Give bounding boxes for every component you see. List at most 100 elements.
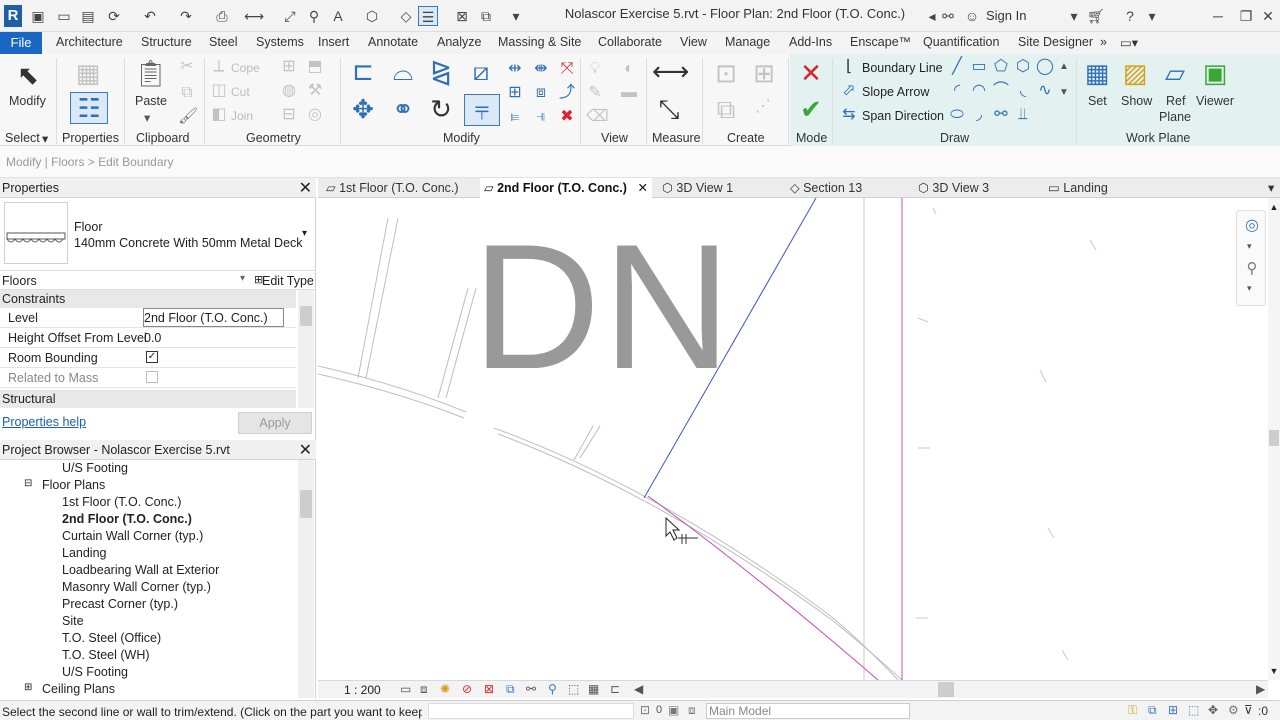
tree-item[interactable]: Ceiling Plans	[42, 682, 115, 696]
horizontal-scroll-thumb[interactable]	[938, 682, 954, 697]
show-button[interactable]: Show	[1121, 94, 1152, 108]
tab-insert[interactable]: Insert	[318, 35, 349, 49]
mirror-axis-icon[interactable]: ⧎	[426, 56, 456, 86]
pin-icon[interactable]: ⤴	[558, 84, 576, 102]
tree-item-active[interactable]: 2nd Floor (T.O. Conc.)	[62, 512, 192, 526]
chevron-down-icon[interactable]: ▾	[1064, 6, 1084, 26]
demolish-icon[interactable]: ⚒	[306, 82, 324, 100]
partial-ellipse-icon[interactable]: ◞	[970, 106, 988, 124]
ribbon-display-icon[interactable]: ▭▾	[1120, 35, 1138, 50]
reveal-hidden-icon[interactable]: ⬚	[568, 682, 579, 696]
stair-direction-annotation[interactable]: DN	[472, 212, 733, 402]
tab-architecture[interactable]: Architecture	[56, 35, 123, 49]
modify-button[interactable]: Modify	[9, 94, 46, 108]
canvas-vertical-scrollbar[interactable]: ▲ ▼	[1268, 198, 1280, 680]
circumscribed-polygon-icon[interactable]: ⬡	[1014, 58, 1032, 76]
tab-systems[interactable]: Systems	[256, 35, 304, 49]
detail-level-icon[interactable]: ▭	[400, 682, 411, 696]
select-underlay-icon[interactable]: ⧉	[1148, 703, 1157, 718]
steering-wheel-icon[interactable]: ◎	[1241, 215, 1263, 237]
redo-icon[interactable]: ↷	[176, 6, 196, 26]
tab-structure[interactable]: Structure	[141, 35, 192, 49]
constraints-category[interactable]: Constraints	[0, 290, 296, 308]
cut-geometry-icon[interactable]: ◫	[210, 82, 228, 100]
paste-button[interactable]: Paste	[135, 94, 167, 108]
instance-filter[interactable]: Floors ▾ ⊞ Edit Type	[0, 270, 316, 290]
tree-item[interactable]: Landing	[62, 546, 107, 560]
cursor-icon[interactable]: ⬉	[14, 60, 42, 90]
override-icon[interactable]: ✎	[586, 84, 604, 102]
tab-3d-view-1[interactable]: ⬡ 3D View 1	[658, 178, 778, 198]
help-dropdown-icon[interactable]: ▾	[1142, 6, 1162, 26]
select-dropdown[interactable]: Select	[5, 131, 40, 145]
linework-icon[interactable]: ▬	[620, 84, 638, 102]
3d-view-icon[interactable]: ⬡	[362, 6, 382, 26]
properties-help-link[interactable]: Properties help	[2, 415, 86, 429]
arc-center-icon[interactable]: ◠	[970, 82, 988, 100]
split-icon[interactable]: ⇹	[506, 60, 524, 78]
browser-scrollbar[interactable]	[298, 460, 314, 698]
tab-3d-view-3[interactable]: ⬡ 3D View 3	[914, 178, 1034, 198]
array-icon[interactable]: ⊞	[506, 84, 524, 102]
unpin-icon[interactable]: ⤧	[558, 60, 576, 78]
tab-overflow-icon[interactable]: ▾	[1268, 178, 1280, 198]
open-icon[interactable]: ▭	[54, 6, 74, 26]
tab-landing[interactable]: ▭ Landing	[1044, 178, 1164, 198]
tree-item[interactable]: Precast Corner (typ.)	[62, 597, 178, 611]
user-icon[interactable]: ☺	[962, 6, 982, 26]
sun-path-icon[interactable]: ✺	[440, 682, 450, 696]
cope-icon[interactable]: ⟂	[210, 58, 228, 76]
properties-button[interactable]: Properties	[62, 131, 119, 145]
tree-item[interactable]: Floor Plans	[42, 478, 105, 492]
active-workset-dropdown[interactable]	[428, 703, 634, 719]
show-crop-icon[interactable]: ⧉	[506, 682, 515, 697]
worksharing-display-icon[interactable]: ▦	[588, 682, 599, 696]
span-direction-button[interactable]: Span Direction	[862, 109, 944, 123]
select-by-face-icon[interactable]: ⬚	[1188, 703, 1199, 717]
home-icon[interactable]: ▣	[28, 6, 48, 26]
unlocked-3d-icon[interactable]: ⚯	[526, 682, 536, 696]
delete-icon[interactable]: ✖	[558, 108, 576, 126]
section-icon[interactable]: ◇	[396, 6, 416, 26]
ellipse-tool-icon[interactable]: ⬭	[948, 106, 966, 124]
editable-only-icon[interactable]: ⊡	[640, 703, 650, 717]
properties-scrollbar[interactable]	[298, 290, 314, 408]
set-work-plane-icon[interactable]: ▦	[1082, 58, 1112, 88]
rectangle-tool-icon[interactable]: ▭	[970, 58, 988, 76]
cope-button[interactable]: Cope	[231, 61, 260, 75]
tab-steel[interactable]: Steel	[209, 35, 238, 49]
properties-icon[interactable]: ☷	[70, 92, 108, 124]
paste-icon[interactable]: 📋︎	[134, 58, 167, 88]
join-icon[interactable]: ◧	[210, 106, 228, 124]
span-direction-icon[interactable]: ⇆	[840, 106, 858, 124]
apply-button[interactable]: Apply	[238, 412, 312, 434]
visual-style-icon[interactable]: ⧈	[420, 682, 428, 697]
ref-plane-button[interactable]: Ref	[1166, 94, 1185, 108]
tree-item[interactable]: Curtain Wall Corner (typ.)	[62, 529, 203, 543]
tree-item[interactable]: 1st Floor (T.O. Conc.)	[62, 495, 181, 509]
trim-multiple-icon[interactable]: ⫣	[532, 108, 550, 126]
customize-qat-icon[interactable]: ▾	[506, 6, 526, 26]
type-thumbnail[interactable]	[4, 202, 68, 264]
ref-plane-icon[interactable]: ▱	[1160, 58, 1190, 88]
dimension-icon[interactable]: ⤢	[280, 6, 300, 26]
split-face-icon[interactable]: ⬒	[306, 58, 324, 76]
tree-item[interactable]: T.O. Steel (WH)	[62, 648, 150, 662]
scroll-down-icon[interactable]: ▼	[1268, 666, 1280, 676]
copy-icon[interactable]: ⧉	[178, 84, 196, 102]
tab-section-13[interactable]: ◇ Section 13	[786, 178, 906, 198]
tab-annotate[interactable]: Annotate	[368, 35, 418, 49]
sync-icon[interactable]: ⟳	[104, 6, 124, 26]
design-option-dropdown[interactable]: Main Model	[706, 703, 910, 719]
pick-lines-icon[interactable]: ⚯	[992, 106, 1010, 124]
cut-icon[interactable]: ✂	[178, 58, 196, 76]
tree-item[interactable]: U/S Footing	[62, 665, 128, 679]
scroll-right-icon[interactable]: ▶	[1256, 682, 1265, 696]
scroll-left-icon[interactable]: ◀	[634, 682, 643, 696]
height-offset-value[interactable]: 0.0	[144, 331, 161, 345]
select-dropdown-icon[interactable]: ▾	[42, 131, 48, 146]
viewer-icon[interactable]: ▣	[1200, 58, 1230, 88]
print-icon[interactable]: ⎙	[212, 6, 232, 26]
type-selector-dropdown-icon[interactable]: ▾	[302, 228, 307, 239]
zoom-dropdown-icon[interactable]: ▾	[1247, 283, 1252, 294]
